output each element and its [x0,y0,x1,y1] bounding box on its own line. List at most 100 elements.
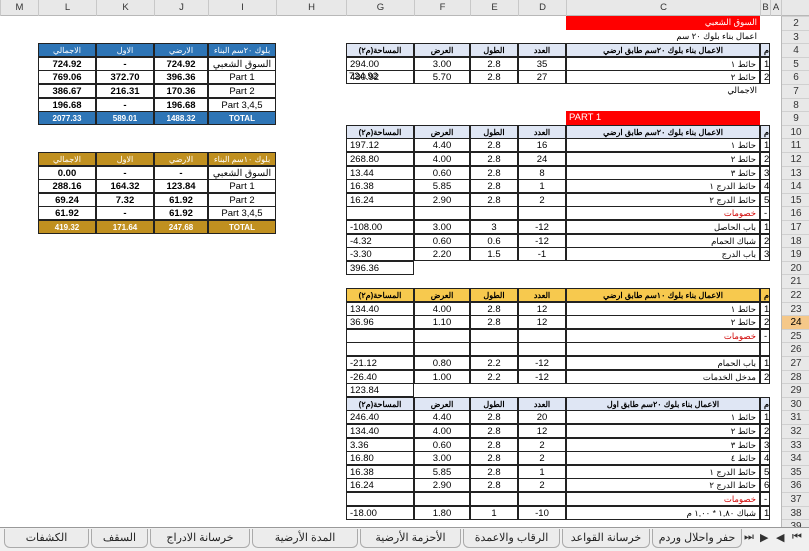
row-description[interactable]: باب الحاصل [566,220,760,234]
nav-last-icon[interactable]: ⏭ [744,531,754,544]
row-description[interactable]: حائط الدرج ١ [566,179,760,194]
length-cell[interactable] [470,206,518,221]
row-header-37[interactable]: 37 [782,492,809,506]
row-header-32[interactable]: 32 [782,424,809,438]
summary-total-first[interactable]: 171.64 [96,220,154,234]
summary-block[interactable]: Part 3,4,5 [208,206,276,221]
width-cell[interactable]: 0.80 [414,356,470,370]
row-description[interactable]: حائط ٤ [566,451,760,466]
length-cell[interactable]: 2.8 [470,179,518,194]
count-cell[interactable]: -12 [518,356,566,370]
length-cell[interactable]: 1.5 [470,247,518,262]
row-description[interactable]: حائط ١ [566,301,760,316]
summary-total[interactable]: 724.92 [38,56,96,71]
col-header-m[interactable]: م [760,124,770,139]
count-cell[interactable]: 1 [518,179,566,194]
summary-first[interactable]: - [96,165,154,180]
summary-ground[interactable]: - [154,165,208,180]
col-header-m[interactable]: م [760,43,770,58]
row-header-3[interactable]: 3 [782,29,809,44]
row-description[interactable]: حائط ٢ [566,152,760,166]
col-header-m[interactable]: م [760,396,770,411]
row-header-4[interactable]: 4 [782,43,809,57]
col-header-desc[interactable]: الاعمال بناء بلوك ٢٠سم طابق اول [566,396,760,411]
length-cell[interactable]: 0.6 [470,233,518,248]
summary-total-ground[interactable]: 247.68 [154,220,208,234]
width-cell[interactable]: 0.60 [414,437,470,452]
width-cell[interactable]: 0.60 [414,233,470,248]
area-cell[interactable]: 246.40 [346,410,414,425]
row-header-34[interactable]: 34 [782,451,809,465]
count-cell[interactable]: 12 [518,315,566,330]
length-cell[interactable]: 2.8 [470,424,518,438]
width-cell[interactable]: 5.70 [414,70,470,85]
count-cell[interactable]: 12 [518,424,566,438]
souq-title[interactable]: السوق الشعبي [566,16,760,30]
row-header-27[interactable]: 27 [782,356,809,370]
count-cell[interactable]: 16 [518,138,566,153]
row-number[interactable]: 4 [760,451,770,466]
row-description[interactable]: باب الحمام [566,356,760,370]
column-header-j[interactable]: J [154,0,208,16]
row-header-13[interactable]: 13 [782,165,809,180]
row-number[interactable]: 4 [760,179,770,194]
row-header-11[interactable]: 11 [782,138,809,152]
col-header-count[interactable]: العدد [518,288,566,302]
row-description[interactable]: حائط ٣ [566,165,760,180]
count-cell[interactable]: -12 [518,220,566,234]
count-cell[interactable]: 2 [518,437,566,452]
area-cell[interactable]: -18.00 [346,505,414,520]
part1-title[interactable]: PART 1 [566,111,760,126]
row-header-20[interactable]: 20 [782,260,809,275]
souq-subtitle[interactable]: اعمال بناء بلوك ٢٠ سم [566,30,760,44]
summary-ground[interactable]: 61.92 [154,192,208,207]
row-number[interactable]: 2 [760,233,770,248]
width-cell[interactable]: 2.90 [414,478,470,493]
column-header-a[interactable]: A [770,0,781,16]
area-cell[interactable] [346,328,414,343]
area-cell[interactable]: 3.36 [346,437,414,452]
summary-first[interactable]: 372.70 [96,70,154,85]
col-header-area[interactable]: المساحة(م٢) [346,396,414,411]
width-cell[interactable]: 5.85 [414,179,470,194]
row-header-15[interactable]: 15 [782,192,809,207]
sheet-tab-2[interactable]: خرسانة القواعد [562,529,650,548]
count-cell[interactable]: 20 [518,410,566,425]
area-cell[interactable] [346,492,414,506]
summary-total-ground[interactable]: 1488.32 [154,111,208,126]
row-description[interactable]: شباك الحمام [566,233,760,248]
length-cell[interactable]: 2.2 [470,356,518,370]
sheet-tab-1[interactable]: حفر واحلال وردم [652,529,742,548]
row-number[interactable]: - [760,492,770,506]
count-cell[interactable]: 27 [518,70,566,85]
width-cell[interactable]: 4.00 [414,424,470,438]
col-header-count[interactable]: العدد [518,396,566,411]
count-cell[interactable]: 24 [518,152,566,166]
summary-total[interactable]: 196.68 [38,97,96,112]
area-cell[interactable]: -108.00 [346,220,414,234]
column-header-f[interactable]: F [414,0,470,16]
col-header-width[interactable]: العرض [414,396,470,411]
area-cell[interactable]: -3.30 [346,247,414,262]
width-cell[interactable]: 2.20 [414,247,470,262]
row-header-19[interactable]: 19 [782,247,809,261]
count-cell[interactable]: -10 [518,505,566,520]
row-description[interactable]: حائط ٢ [566,315,760,330]
area-cell[interactable]: 197.12 [346,138,414,153]
row-header-21[interactable]: 21 [782,274,809,288]
area-cell[interactable]: -21.12 [346,356,414,370]
length-cell[interactable]: 2.8 [470,70,518,85]
summary-first[interactable]: 164.32 [96,179,154,194]
row-number[interactable]: 5 [760,192,770,207]
count-cell[interactable]: 2 [518,192,566,207]
row-header-25[interactable]: 25 [782,328,809,343]
col-header-length[interactable]: الطول [470,396,518,411]
summary-total-sum[interactable]: 419.32 [38,220,96,234]
area-cell[interactable]: 134.40 [346,301,414,316]
length-cell[interactable]: 2.2 [470,369,518,384]
row-header-10[interactable]: 10 [782,124,809,139]
row-header-38[interactable]: 38 [782,505,809,520]
row-description[interactable]: حائط الدرج ٢ [566,192,760,207]
area-cell[interactable] [346,342,414,357]
row-header-7[interactable]: 7 [782,84,809,98]
